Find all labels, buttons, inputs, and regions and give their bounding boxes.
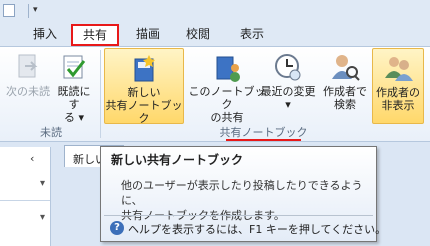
find-by-author-icon (330, 52, 360, 82)
expand-chevron-icon[interactable]: ▾ (40, 178, 45, 189)
recent-changes-button[interactable]: 最近の変更 ▾ (256, 48, 320, 124)
recent-changes-label-2: ▾ (285, 98, 291, 111)
tab-draw[interactable]: 描画 (136, 25, 160, 42)
shared-group-label: 共有ノートブック (219, 126, 308, 139)
qat-separator (28, 4, 29, 18)
navigation-pane (0, 147, 51, 246)
mark-read-label-1: 既読にす (57, 85, 91, 111)
collapse-chevron-icon[interactable]: ‹ (30, 152, 34, 165)
find-by-author-label-1: 作成者で (323, 85, 367, 98)
tab-insert[interactable]: 挿入 (33, 25, 57, 42)
mark-read-icon (59, 52, 89, 82)
tab-view[interactable]: 表示 (240, 25, 264, 42)
title-bar (0, 0, 430, 22)
group-separator (100, 50, 101, 138)
new-shared-notebook-label-2: 共有ノートブック (105, 99, 183, 125)
recent-changes-label-1: 最近の変更 (260, 85, 316, 98)
qat-dropdown-icon[interactable]: ▾ (33, 5, 38, 15)
quick-access-icon[interactable] (3, 4, 15, 17)
mark-read-label-2: る ▾ (63, 111, 85, 124)
tab-review[interactable]: 校閲 (186, 25, 210, 42)
share-notebook-icon (212, 52, 242, 82)
tooltip-title: 新しい共有ノートブック (111, 153, 244, 167)
share-notebook-label-1: このノートブック (188, 85, 266, 111)
new-shared-notebook-icon (129, 53, 159, 83)
recent-changes-icon (273, 52, 303, 82)
help-icon: ? (110, 221, 124, 235)
tooltip-separator (104, 215, 373, 216)
next-unread-button[interactable]: 次の未読 (4, 48, 52, 124)
tab-share[interactable]: 共有 (71, 24, 119, 46)
tooltip-help-text: ヘルプを表示するには、F1 キーを押してください。 (128, 223, 387, 236)
tooltip-body-line-1: 他のユーザーが表示したり投稿したりできるように、 (121, 179, 363, 207)
share-notebook-button[interactable]: このノートブック の共有 (188, 48, 266, 124)
new-shared-notebook-button[interactable]: 新しい 共有ノートブック (104, 48, 184, 125)
unread-group-label: 未読 (40, 126, 62, 139)
hide-authors-label-1: 作成者の (376, 86, 420, 99)
mark-read-button[interactable]: 既読にす る ▾ (54, 48, 94, 124)
group-label-underline (226, 139, 301, 141)
pane-divider (0, 200, 50, 201)
find-by-author-label-2: 検索 (334, 98, 356, 111)
tooltip-body: 他のユーザーが表示したり投稿したりできるように、 共有ノートブックを作成します。 (121, 178, 371, 223)
hide-authors-label-2: 非表示 (381, 99, 415, 112)
next-unread-label: 次の未読 (6, 85, 50, 98)
expand-chevron-icon-2[interactable]: ▾ (40, 212, 45, 223)
share-notebook-label-2: の共有 (210, 111, 244, 124)
new-shared-notebook-label-1: 新しい (127, 86, 161, 99)
find-by-author-button[interactable]: 作成者で 検索 (320, 48, 370, 124)
ribbon-tab-row (0, 22, 430, 46)
hide-authors-icon (383, 53, 413, 83)
next-unread-icon (13, 52, 43, 82)
hide-authors-button[interactable]: 作成者の 非表示 (372, 48, 424, 124)
